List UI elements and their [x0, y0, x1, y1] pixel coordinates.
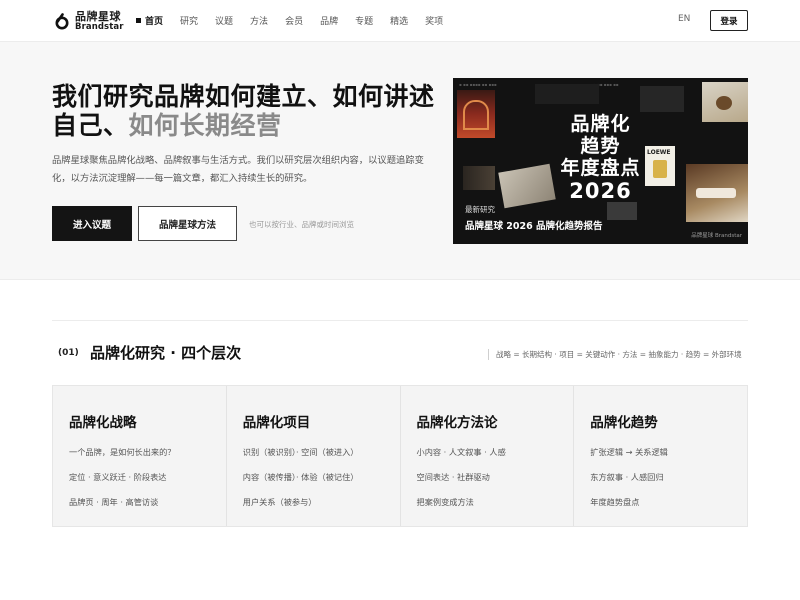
thumb-dark-image-2 [640, 86, 684, 112]
browse-hint-link[interactable]: 也可以按行业、品牌或时间浏览 [249, 219, 354, 230]
level-item[interactable]: 定位 · 意义跃迁 · 阶段表达 [69, 471, 226, 483]
card-kicker: 最新研究 [465, 205, 495, 214]
nav-research[interactable]: 研究 [180, 14, 198, 27]
brandstar-method-button[interactable]: 品牌星球方法 [138, 206, 237, 241]
language-switch[interactable]: EN [678, 14, 690, 24]
card-fineprint-decor: ▪ ▪▪ ▪▪▪▪ ▪▪ ▪▪▪ [459, 82, 497, 87]
section-legend: 战略 = 长期结构 · 项目 = 关键动作 · 方法 = 抽象能力 · 趋势 =… [488, 349, 742, 360]
level-card-methodology[interactable]: 品牌化方法论 小内容 · 人文叙事 · 人感 空间表达 · 社群驱动 把案例变成… [401, 386, 575, 526]
main-nav: 首页 研究 议题 方法 会员 品牌 专题 精选 奖项 [136, 14, 460, 27]
level-item[interactable]: 识别（被识别）· 空间（被进入） [243, 446, 400, 458]
logo-text-cn: 品牌星球 [75, 9, 121, 23]
brandstar-logo-icon [53, 12, 71, 30]
card-brand-label: 品牌星球 Brandstar [691, 233, 742, 239]
level-title: 品牌化方法论 [416, 415, 498, 431]
card-title: 品牌化 趋势 年度盘点 [560, 113, 641, 179]
hero-description: 品牌星球聚焦品牌化战略、品牌叙事与生活方式。我们以研究层次组织内容，以议题追踪变… [52, 155, 424, 184]
level-item[interactable]: 用户关系（被参与） [243, 496, 400, 508]
login-button[interactable]: 登录 [710, 10, 748, 31]
hero-title: 我们研究品牌如何建立、如何讲述自己、如何长期经营 [52, 82, 442, 140]
featured-report-card[interactable]: ▪ ▪▪ ▪▪▪▪ ▪▪ ▪▪▪ ▪ ▪▪ ▪▪▪ ▪▪ LOEWE 品牌化 趋… [453, 78, 748, 244]
nav-picks[interactable]: 精选 [390, 14, 408, 27]
section-title: 品牌化研究 · 四个层次 [90, 344, 242, 362]
level-item[interactable]: 年度趋势盘点 [590, 496, 747, 508]
nav-awards[interactable]: 奖项 [425, 14, 443, 27]
site-logo[interactable]: 品牌星球 Brandstar [53, 9, 124, 33]
level-item[interactable]: 内容（被传播）· 体验（被记住） [243, 471, 400, 483]
hero-title-muted: 如何长期经营 [128, 111, 282, 140]
card-year: 2026 [569, 179, 632, 203]
logo-text-en: Brandstar [75, 21, 124, 32]
nav-methods[interactable]: 方法 [250, 14, 268, 27]
level-item[interactable]: 把案例变成方法 [417, 496, 574, 508]
level-item[interactable]: 品牌页 · 周年 · 高管访谈 [69, 496, 226, 508]
nav-membership[interactable]: 会员 [285, 14, 303, 27]
nav-topics[interactable]: 议题 [215, 14, 233, 27]
hero-section: 我们研究品牌如何建立、如何讲述自己、如何长期经营 品牌星球聚焦品牌化战略、品牌叙… [0, 42, 800, 280]
section-number: (01) [58, 348, 79, 358]
enter-topics-button[interactable]: 进入议题 [52, 206, 132, 241]
thumb-dark-image [535, 84, 599, 104]
level-title: 品牌化战略 [69, 415, 137, 431]
level-item[interactable]: 东方叙事 · 人感回归 [590, 471, 747, 483]
research-levels-grid: 品牌化战略 一个品牌，是如何长出来的？ 定位 · 意义跃迁 · 阶段表达 品牌页… [52, 385, 748, 527]
level-card-project[interactable]: 品牌化项目 识别（被识别）· 空间（被进入） 内容（被传播）· 体验（被记住） … [227, 386, 401, 526]
thumb-small-image [607, 202, 637, 220]
nav-features[interactable]: 专题 [355, 14, 373, 27]
level-item[interactable]: 空间表达 · 社群驱动 [417, 471, 574, 483]
level-title: 品牌化趋势 [590, 415, 658, 431]
level-card-trends[interactable]: 品牌化趋势 扩张逻辑 → 关系逻辑 东方叙事 · 人感回归 年度趋势盘点 [574, 386, 747, 526]
level-item[interactable]: 扩张逻辑 → 关系逻辑 [590, 446, 747, 458]
site-header: 品牌星球 Brandstar 首页 研究 议题 方法 会员 品牌 专题 精选 奖… [0, 0, 800, 42]
nav-home[interactable]: 首页 [136, 14, 163, 27]
level-item[interactable]: 小内容 · 人文叙事 · 人感 [417, 446, 574, 458]
section-divider [52, 320, 748, 321]
level-title: 品牌化项目 [242, 415, 311, 431]
nav-brands[interactable]: 品牌 [320, 14, 338, 27]
card-caption: 品牌星球 2026 品牌化趋势报告 [465, 221, 603, 232]
active-square-icon [136, 18, 141, 23]
level-card-strategy[interactable]: 品牌化战略 一个品牌，是如何长出来的？ 定位 · 意义跃迁 · 阶段表达 品牌页… [53, 386, 227, 526]
level-item[interactable]: 一个品牌，是如何长出来的？ [69, 446, 226, 458]
